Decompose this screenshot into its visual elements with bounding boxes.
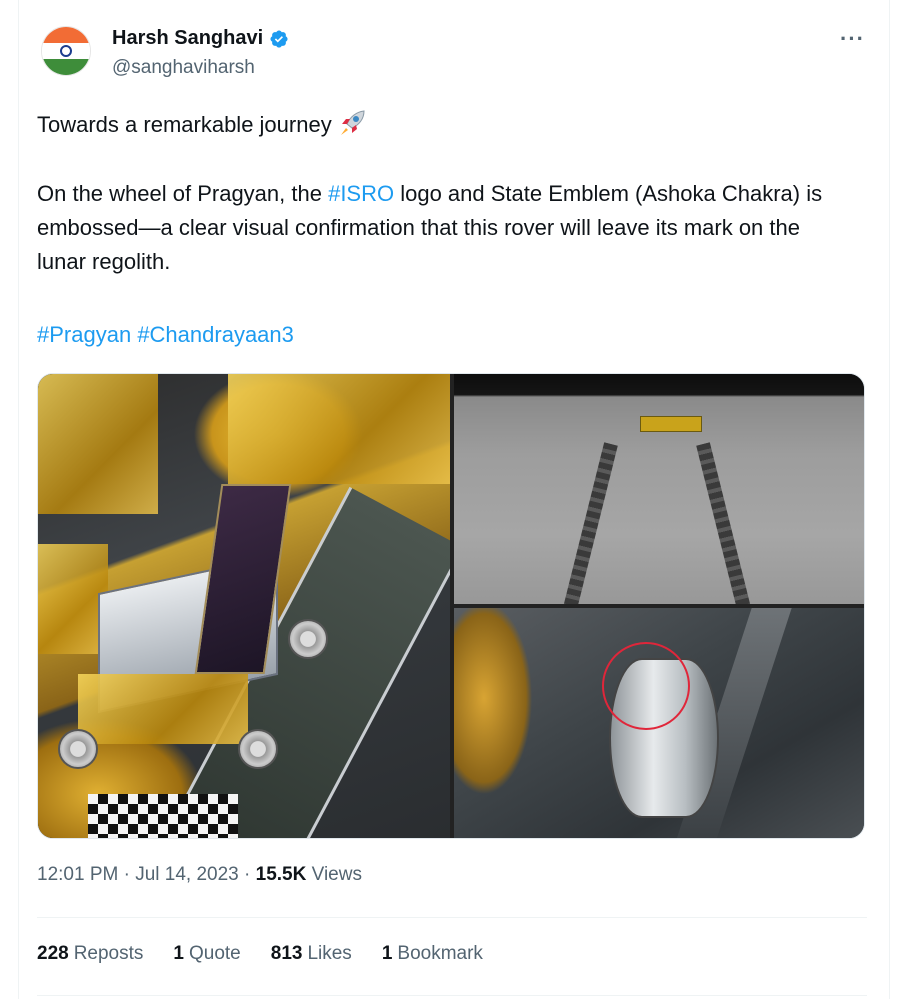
ashoka-chakra-icon <box>60 45 72 57</box>
flag-white-band <box>42 43 90 59</box>
checkerboard-target <box>88 794 238 838</box>
likes-count: 813 <box>270 943 303 964</box>
rover-wheel-closeup-photo[interactable] <box>454 608 864 838</box>
quotes-count: 1 <box>173 943 184 964</box>
rover-wheel <box>58 729 98 769</box>
gold-foil-top <box>228 374 450 484</box>
author-handle[interactable]: @sanghaviharsh <box>112 57 255 79</box>
meta-separator: · <box>244 864 251 885</box>
tweet-hashtags: #Pragyan #Chandrayaan3 <box>37 318 837 352</box>
engagement-stats: 228 Reposts 1 Quote 813 Likes 1 Bookmark <box>37 943 483 965</box>
bookmarks-label: Bookmark <box>397 943 483 964</box>
quotes-stat[interactable]: 1 Quote <box>173 943 240 965</box>
rover-on-lander-photo[interactable] <box>38 374 450 838</box>
rover-wheel <box>288 619 328 659</box>
reposts-stat[interactable]: 228 Reposts <box>37 943 143 965</box>
reposts-count: 228 <box>37 943 69 964</box>
likes-stat[interactable]: 813 Likes <box>271 943 352 965</box>
hashtag-chandrayaan3-link[interactable]: #Chandrayaan3 <box>137 322 294 347</box>
gold-foil-rover <box>78 674 248 744</box>
tweet-text-line1: Towards a remarkable journey <box>37 108 837 142</box>
lunar-tracks-photo[interactable] <box>454 374 864 604</box>
media-grid <box>37 373 865 839</box>
gold-foil-left <box>38 374 158 514</box>
author-display-name[interactable]: Harsh Sanghavi <box>112 27 263 50</box>
likes-label: Likes <box>307 943 352 964</box>
verified-badge-icon <box>270 29 288 48</box>
right-track <box>696 442 751 604</box>
flag-green-band <box>42 59 90 75</box>
quotes-label: Quote <box>188 943 241 964</box>
emblem-highlight-circle <box>602 642 690 730</box>
left-track <box>563 442 618 604</box>
hashtag-pragyan-link[interactable]: #Pragyan <box>37 322 131 347</box>
author-name-row: Harsh Sanghavi <box>112 27 289 50</box>
hashtag-isro-link[interactable]: #ISRO <box>328 181 394 206</box>
tweet-card: Harsh Sanghavi @sanghaviharsh ··· Toward… <box>18 0 890 999</box>
flag-saffron-band <box>42 27 90 43</box>
tweet-date[interactable]: Jul 14, 2023 <box>135 864 239 885</box>
rover-wheel <box>238 729 278 769</box>
views-count: 15.5K <box>255 864 307 885</box>
more-options-icon[interactable]: ··· <box>840 26 865 52</box>
meta-separator: · <box>123 864 130 885</box>
avatar[interactable] <box>41 26 91 76</box>
views-label: Views <box>311 864 362 885</box>
tweet-meta: 12:01 PM · Jul 14, 2023 · 15.5K Views <box>37 864 362 886</box>
rocket-emoji-icon <box>340 110 365 135</box>
tweet-body-part1: On the wheel of Pragyan, the <box>37 181 329 206</box>
tweet-time[interactable]: 12:01 PM <box>37 864 118 885</box>
divider <box>37 917 867 918</box>
tweet-text-body: On the wheel of Pragyan, the #ISRO logo … <box>37 177 837 279</box>
bookmarks-count: 1 <box>381 943 393 964</box>
bookmarks-stat[interactable]: 1 Bookmark <box>382 943 483 965</box>
tweet-intro-text: Towards a remarkable journey <box>37 112 332 137</box>
reposts-label: Reposts <box>73 943 144 964</box>
rover-rear-bar <box>640 416 702 432</box>
divider <box>37 995 867 996</box>
